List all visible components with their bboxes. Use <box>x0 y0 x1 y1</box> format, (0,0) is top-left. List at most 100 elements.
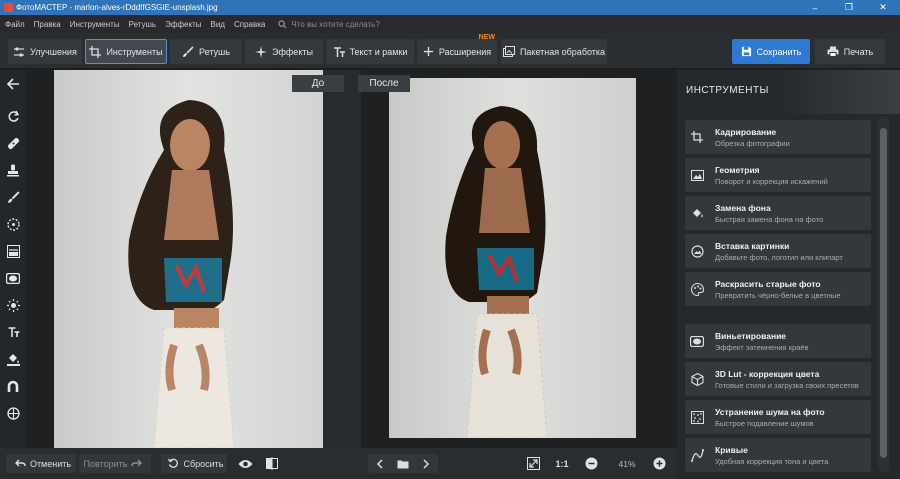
tool-geometry[interactable]: Геометрия Поворот и коррекция искажений <box>685 158 871 192</box>
tab-effects-label: Эффекты <box>272 46 313 57</box>
left-tool-sidebar <box>0 70 26 448</box>
radial-filter-icon[interactable] <box>5 216 21 232</box>
tab-tools[interactable]: Инструменты <box>85 39 167 64</box>
zoom-out-button[interactable] <box>582 454 600 473</box>
tool-crop-title: Кадрирование <box>715 127 777 137</box>
redo-label: Повторить <box>83 458 128 469</box>
undo-label: Отменить <box>29 458 72 469</box>
close-button[interactable]: ✕ <box>866 0 900 15</box>
zoom-in-icon <box>653 457 665 470</box>
bucket-icon <box>690 206 704 220</box>
next-image-icon[interactable] <box>421 458 431 469</box>
search-icon <box>278 19 287 28</box>
preview-toggle[interactable] <box>234 454 256 473</box>
tool-geometry-subtitle: Поворот и коррекция искажений <box>715 177 828 186</box>
tool-insert-image-title: Вставка картинки <box>715 241 790 251</box>
tab-retouch[interactable]: Ретушь <box>170 39 242 64</box>
app-logo-icon <box>4 3 13 12</box>
new-badge: NEW <box>478 34 495 41</box>
redo-button[interactable]: Повторить <box>79 454 151 473</box>
tool-vignette[interactable]: Виньетирование Эффект затемнения краёв <box>685 324 871 358</box>
gradient-filter-icon[interactable] <box>5 243 21 259</box>
tab-effects[interactable]: Эффекты <box>245 39 323 64</box>
magnet-icon[interactable] <box>5 378 21 394</box>
healing-icon[interactable] <box>5 135 21 151</box>
panel-title: ИНСТРУМЕНТЫ <box>686 85 769 96</box>
crop-icon <box>690 130 704 144</box>
panel-scrollbar[interactable] <box>878 116 889 472</box>
tab-batch-processing[interactable]: Пакетная обработка <box>501 39 607 64</box>
menu-tools[interactable]: Инструменты <box>70 20 120 29</box>
text-tool-icon[interactable] <box>5 324 21 340</box>
tool-vignette-subtitle: Эффект затемнения краёв <box>715 343 809 352</box>
tool-insert-image[interactable]: Вставка картинки Добавьте фото, логотип … <box>685 234 871 268</box>
compare-toggle[interactable] <box>262 454 282 473</box>
tool-background-replace[interactable]: Замена фона Быстрая замена фона на фото <box>685 196 871 230</box>
tool-curves-subtitle: Удобная коррекция тона и цвета <box>715 457 829 466</box>
reset-button[interactable]: Сбросить <box>161 454 227 473</box>
folder-icon[interactable] <box>397 459 409 469</box>
menu-file[interactable]: Файл <box>5 20 25 29</box>
maximize-button[interactable]: ❐ <box>832 0 866 15</box>
brush-tool-icon[interactable] <box>5 189 21 205</box>
tool-crop[interactable]: Кадрирование Обрезка фотографии <box>685 120 871 154</box>
fit-screen-icon <box>526 457 540 470</box>
tab-text-frames[interactable]: Текст и рамки <box>326 39 414 64</box>
after-label: После <box>358 75 410 92</box>
tab-enhancements[interactable]: Улучшения <box>8 39 82 64</box>
photo-canvas[interactable]: До После <box>26 70 673 448</box>
window-controls: – ❐ ✕ <box>798 0 900 15</box>
floppy-icon <box>741 46 751 57</box>
redo-icon <box>131 459 143 467</box>
menu-view[interactable]: Вид <box>210 20 224 29</box>
zoom-actual-size-button[interactable]: 1:1 <box>552 454 572 473</box>
menu-search[interactable]: Что вы хотите сделать? <box>278 19 380 29</box>
tool-curves-title: Кривые <box>715 445 748 455</box>
cube-icon <box>690 372 704 386</box>
globe-icon[interactable] <box>5 405 21 421</box>
tool-3d-lut-title: 3D Lut - коррекция цвета <box>715 369 820 379</box>
panel-scrollbar-thumb[interactable] <box>880 128 887 458</box>
zoom-in-button[interactable] <box>650 454 668 473</box>
tab-retouch-label: Ретушь <box>199 46 230 57</box>
tab-tools-label: Инструменты <box>106 46 163 57</box>
print-button[interactable]: Печать <box>815 39 885 64</box>
menu-help[interactable]: Справка <box>234 20 265 29</box>
tools-panel: ИНСТРУМЕНТЫ Кадрирование Обрезка фотогра… <box>677 70 900 479</box>
tool-curves[interactable]: Кривые Удобная коррекция тона и цвета <box>685 438 871 472</box>
tool-colorize-subtitle: Превратить чёрно-белые в цветные <box>715 291 841 300</box>
vignette-tool-icon[interactable] <box>5 270 21 286</box>
rotate-icon[interactable] <box>5 108 21 124</box>
palette-icon <box>690 282 704 296</box>
vignette-icon <box>690 334 704 348</box>
minimize-button[interactable]: – <box>798 0 832 15</box>
before-label: До <box>292 75 344 92</box>
reset-icon <box>168 458 179 468</box>
back-arrow-icon[interactable] <box>5 76 21 92</box>
noise-icon <box>690 410 704 424</box>
menu-retouch[interactable]: Ретушь <box>129 20 157 29</box>
undo-icon <box>14 459 26 467</box>
eye-icon <box>238 459 252 468</box>
light-icon[interactable] <box>5 297 21 313</box>
tool-denoise[interactable]: Устранение шума на фото Быстрое подавлен… <box>685 400 871 434</box>
tool-3d-lut-subtitle: Готовые стили и загрузка своих пресетов <box>715 381 859 390</box>
fill-icon[interactable] <box>5 351 21 367</box>
tool-colorize[interactable]: Раскрасить старые фото Превратить чёрно-… <box>685 272 871 306</box>
tool-colorize-title: Раскрасить старые фото <box>715 279 821 289</box>
compare-icon <box>266 457 278 470</box>
zoom-out-icon <box>585 457 597 470</box>
before-after-divider[interactable] <box>323 70 361 448</box>
tab-batch-processing-label: Пакетная обработка <box>519 46 606 57</box>
brush-icon <box>183 45 194 57</box>
prev-image-icon[interactable] <box>375 458 385 469</box>
undo-button[interactable]: Отменить <box>6 454 76 473</box>
crop-icon <box>89 45 102 58</box>
stamp-icon[interactable] <box>5 162 21 178</box>
tool-3d-lut[interactable]: 3D Lut - коррекция цвета Готовые стили и… <box>685 362 871 396</box>
menu-effects[interactable]: Эффекты <box>165 20 201 29</box>
tab-extensions[interactable]: Расширения NEW <box>417 34 497 64</box>
menu-edit[interactable]: Правка <box>34 20 61 29</box>
fit-screen-button[interactable] <box>522 454 544 473</box>
save-button[interactable]: Сохранить <box>732 39 810 64</box>
